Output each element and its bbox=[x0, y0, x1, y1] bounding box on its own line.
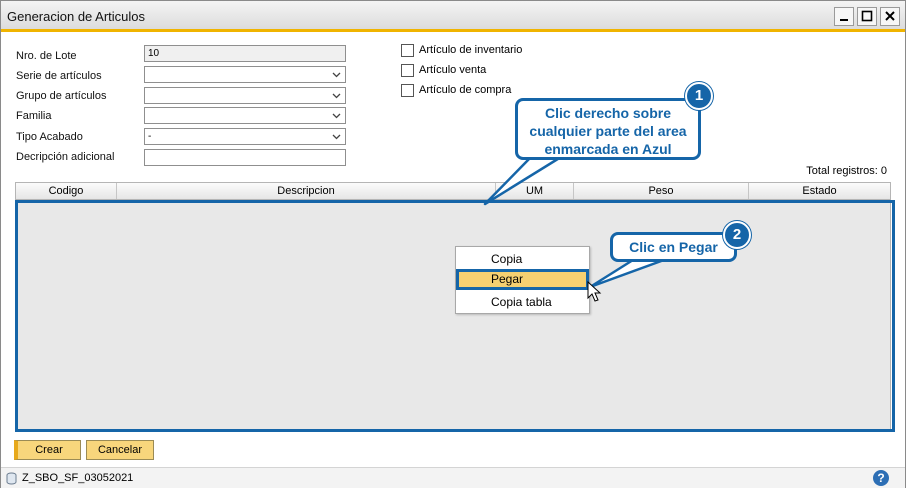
step-2-badge: 2 bbox=[723, 221, 751, 249]
create-button[interactable]: Crear bbox=[14, 440, 81, 460]
callout-1-line-2: cualquier parte del area bbox=[529, 123, 687, 139]
callout-1: Clic derecho sobre cualquier parte del a… bbox=[515, 98, 701, 160]
window: Generacion de Articulos Nro. de Lote 10 … bbox=[0, 0, 906, 488]
callout-1-line-3: enmarcada en Azul bbox=[544, 141, 672, 157]
status-bar: Z_SBO_SF_03052021 ? bbox=[1, 467, 905, 488]
help-icon[interactable]: ? bbox=[873, 470, 889, 486]
callout-2: Clic en Pegar bbox=[610, 232, 737, 262]
callout-pointers bbox=[483, 155, 666, 302]
callout-2-text: Clic en Pegar bbox=[629, 239, 718, 255]
step-1-badge: 1 bbox=[685, 82, 713, 110]
callout-1-line-1: Clic derecho sobre bbox=[544, 105, 672, 121]
database-icon bbox=[6, 472, 17, 485]
cancel-button[interactable]: Cancelar bbox=[86, 440, 154, 460]
database-name: Z_SBO_SF_03052021 bbox=[22, 472, 134, 484]
callout-2-pointer bbox=[588, 258, 666, 289]
callout-1-pointer bbox=[483, 155, 563, 206]
